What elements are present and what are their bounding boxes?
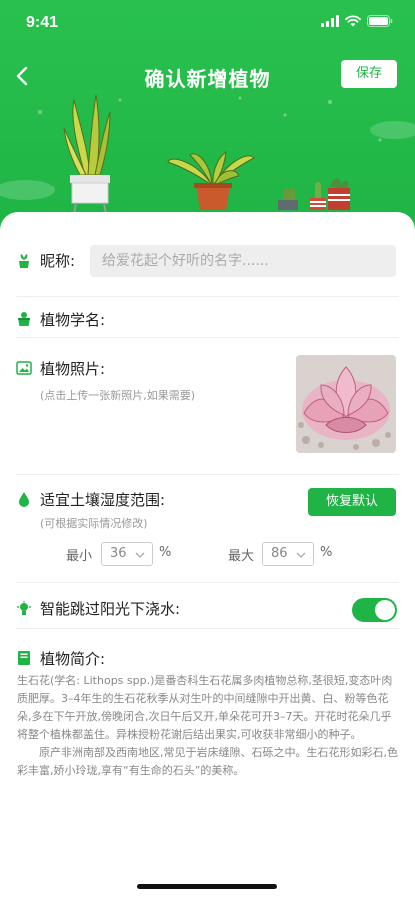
min-humidity-value: 36 bbox=[110, 546, 127, 561]
wifi-icon bbox=[345, 15, 361, 27]
skip-sun-toggle[interactable] bbox=[352, 598, 397, 622]
skip-sun-label: 智能跳过阳光下浇水: bbox=[40, 600, 181, 618]
divider bbox=[16, 628, 399, 629]
chevron-down-icon bbox=[296, 552, 306, 558]
toggle-knob bbox=[375, 600, 395, 620]
battery-icon bbox=[367, 15, 393, 27]
max-label: 最大 bbox=[228, 549, 255, 564]
status-icons bbox=[321, 15, 393, 27]
potted-plant-icon bbox=[19, 254, 29, 268]
smart-sensor-icon bbox=[17, 601, 31, 615]
leafy-plant bbox=[167, 150, 255, 210]
max-humidity-value: 86 bbox=[271, 546, 288, 561]
save-button[interactable]: 保存 bbox=[341, 60, 397, 88]
restore-default-button[interactable]: 恢复默认 bbox=[308, 488, 396, 516]
max-percent-unit: % bbox=[320, 545, 333, 560]
succulent-image bbox=[296, 355, 396, 453]
image-icon bbox=[16, 361, 32, 375]
book-icon bbox=[18, 651, 30, 665]
humidity-hint: (可根据实际情况修改) bbox=[40, 517, 148, 530]
status-bar: 9:41 bbox=[0, 0, 415, 46]
humidity-label: 适宜土壤湿度范围: bbox=[40, 491, 166, 509]
chevron-down-icon bbox=[135, 552, 145, 558]
intro-paragraph-2: 原产非洲南部及西南地区,常见于岩床缝隙、石砾之中。生石花形如彩石,色彩丰富,娇小… bbox=[17, 746, 398, 777]
small-plants bbox=[278, 178, 350, 210]
nickname-label: 昵称: bbox=[40, 252, 76, 270]
min-percent-unit: % bbox=[159, 545, 172, 560]
min-label: 最小 bbox=[66, 549, 93, 564]
header: 9:41 确认新增植物 保存 bbox=[0, 0, 415, 240]
status-time: 9:41 bbox=[26, 14, 59, 31]
form-card: 昵称: 植物学名: 植物照片: (点击上传一张新照片,如果需要) 适宜土 bbox=[0, 212, 415, 900]
photo-hint: (点击上传一张新照片,如果需要) bbox=[40, 389, 196, 402]
plant-pot-icon bbox=[18, 312, 30, 326]
scientific-name-label: 植物学名: bbox=[40, 311, 106, 329]
divider bbox=[16, 296, 399, 297]
max-humidity-select[interactable]: 86 bbox=[262, 542, 314, 566]
cellular-signal-icon bbox=[321, 15, 339, 27]
plant-intro-text: 生石花(学名: Lithops spp.)是番杏科生石花属多肉植物总称,茎很短,… bbox=[17, 672, 399, 780]
photo-label: 植物照片: bbox=[40, 360, 106, 378]
nickname-input[interactable] bbox=[90, 245, 396, 277]
divider bbox=[16, 582, 399, 583]
intro-label: 植物简介: bbox=[40, 650, 106, 668]
intro-paragraph-1: 生石花(学名: Lithops spp.)是番杏科生石花属多肉植物总称,茎很短,… bbox=[17, 674, 393, 741]
plants-illustration bbox=[0, 94, 415, 215]
divider bbox=[16, 337, 399, 338]
plant-photo[interactable] bbox=[296, 355, 396, 453]
home-indicator bbox=[137, 884, 277, 889]
min-humidity-select[interactable]: 36 bbox=[101, 542, 153, 566]
water-drop-icon bbox=[19, 492, 29, 507]
snake-plant bbox=[63, 94, 111, 215]
divider bbox=[16, 474, 399, 475]
